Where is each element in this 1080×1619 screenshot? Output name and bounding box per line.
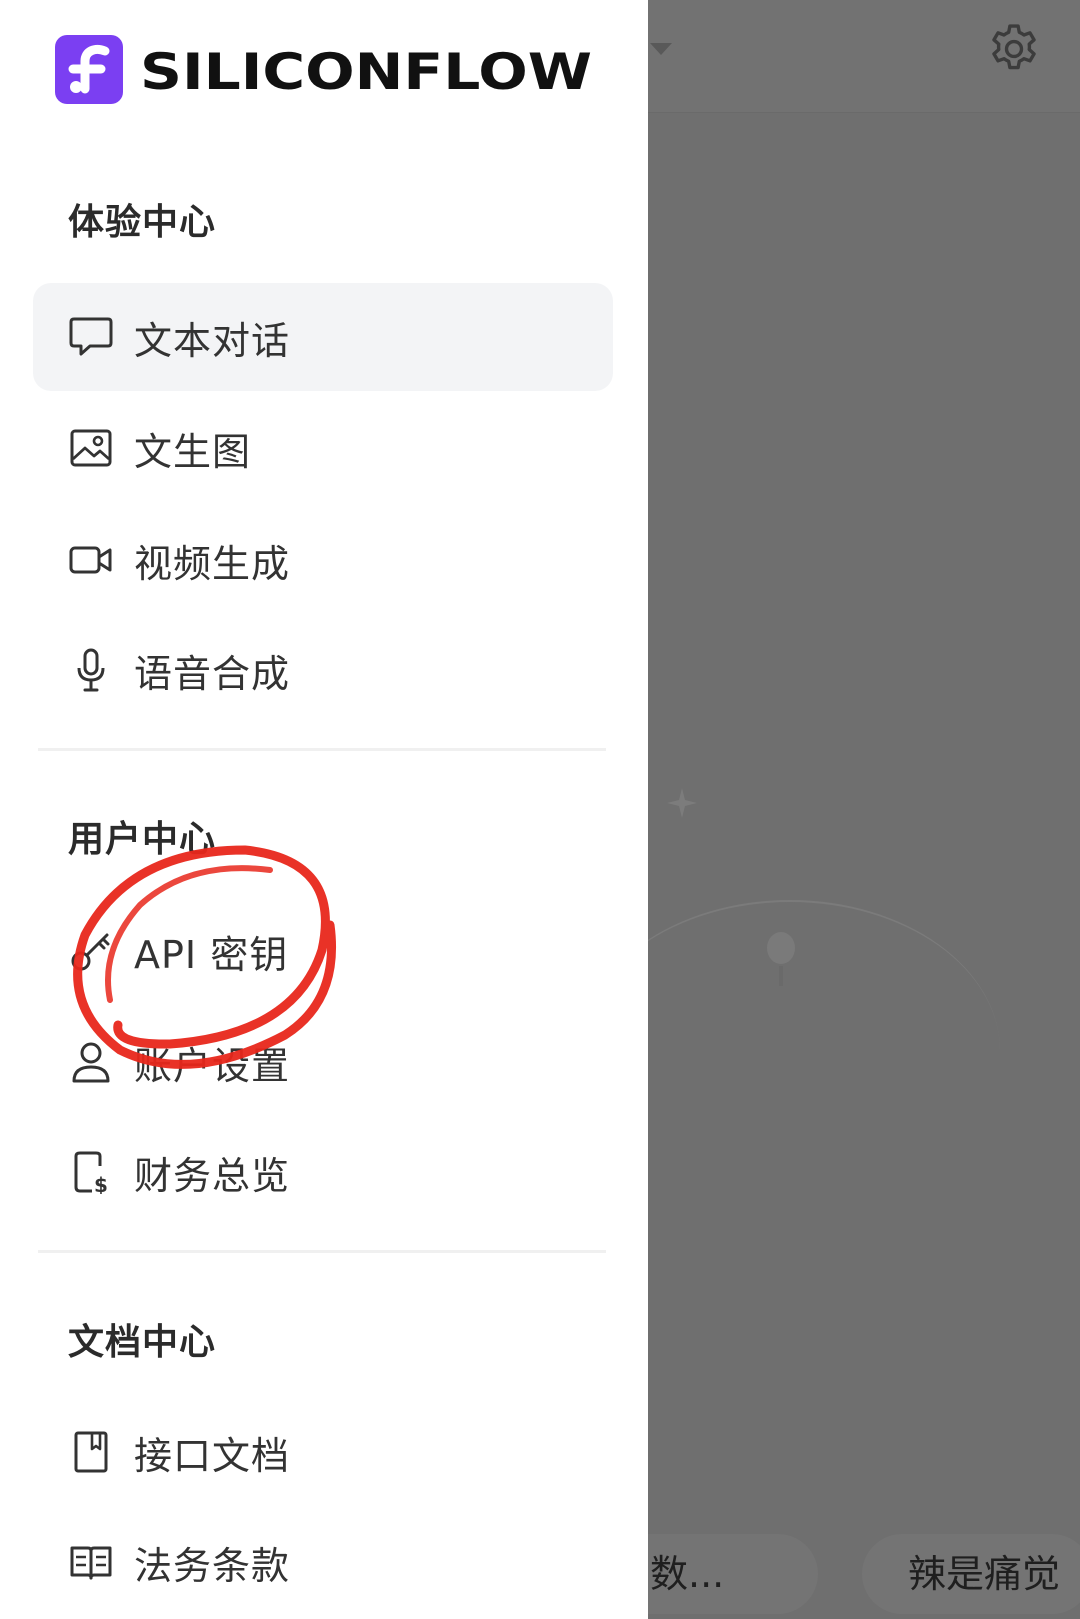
section-divider	[38, 748, 606, 751]
suggestion-chip[interactable]: 辣是痛觉	[862, 1534, 1080, 1614]
suggestion-chip-label: 数...	[650, 1552, 725, 1596]
nav-item-label: 文生图	[134, 429, 252, 474]
nav-item-label: 接口文档	[134, 1433, 291, 1478]
billing-phone-icon: $	[64, 1145, 118, 1199]
dropdown-caret-icon	[650, 43, 672, 55]
bookmark-doc-icon	[64, 1425, 118, 1479]
section-title-docs-center: 文档中心	[68, 1322, 217, 1363]
section-title-user-center: 用户中心	[68, 819, 217, 860]
svg-text:SILICONFLOW: SILICONFLOW	[140, 43, 592, 98]
nav-item-label: 财务总览	[134, 1153, 291, 1198]
nav-item-label: 法务条款	[134, 1543, 291, 1588]
brand-wordmark: SILICONFLOW	[140, 43, 592, 98]
open-book-icon	[64, 1535, 118, 1589]
nav-item-video-generation[interactable]: 视频生成	[33, 506, 613, 614]
section-title-experience: 体验中心	[68, 202, 217, 243]
sparkle-icon	[667, 788, 697, 818]
nav-item-text-chat[interactable]: 文本对话	[33, 283, 613, 391]
key-icon	[64, 924, 118, 978]
nav-item-text-to-image[interactable]: 文生图	[33, 394, 613, 502]
settings-gear-icon	[992, 24, 1036, 70]
nav-item-legal-terms[interactable]: 法务条款	[33, 1508, 613, 1616]
nav-item-speech-synthesis[interactable]: 语音合成	[33, 616, 613, 724]
navigation-drawer: SILICONFLOW 体验中心 文本对话 文生图 视频生成 语音合成 用户中心…	[0, 0, 648, 1619]
nav-item-label: 账户设置	[134, 1043, 291, 1088]
nav-item-account-settings[interactable]: 账户设置	[33, 1008, 613, 1116]
siliconflow-logo-icon	[55, 35, 123, 104]
nav-item-label: 语音合成	[134, 651, 291, 696]
nav-item-billing-overview[interactable]: $ 财务总览	[33, 1118, 613, 1226]
lightbulb-icon	[767, 932, 795, 986]
svg-text:$: $	[94, 1173, 108, 1194]
section-divider	[38, 1250, 606, 1253]
user-icon	[64, 1035, 118, 1089]
suggestion-chip-label: 辣是痛觉	[908, 1552, 1061, 1596]
image-icon	[64, 421, 118, 475]
nav-item-api-docs[interactable]: 接口文档	[33, 1398, 613, 1506]
nav-item-label: 视频生成	[134, 541, 291, 586]
microphone-icon	[64, 643, 118, 697]
video-camera-icon	[64, 533, 118, 587]
nav-item-label: API 密钥	[134, 932, 289, 977]
chat-bubble-icon	[64, 310, 118, 364]
nav-item-api-keys[interactable]: API 密钥	[33, 897, 613, 1005]
nav-item-label: 文本对话	[134, 318, 291, 363]
